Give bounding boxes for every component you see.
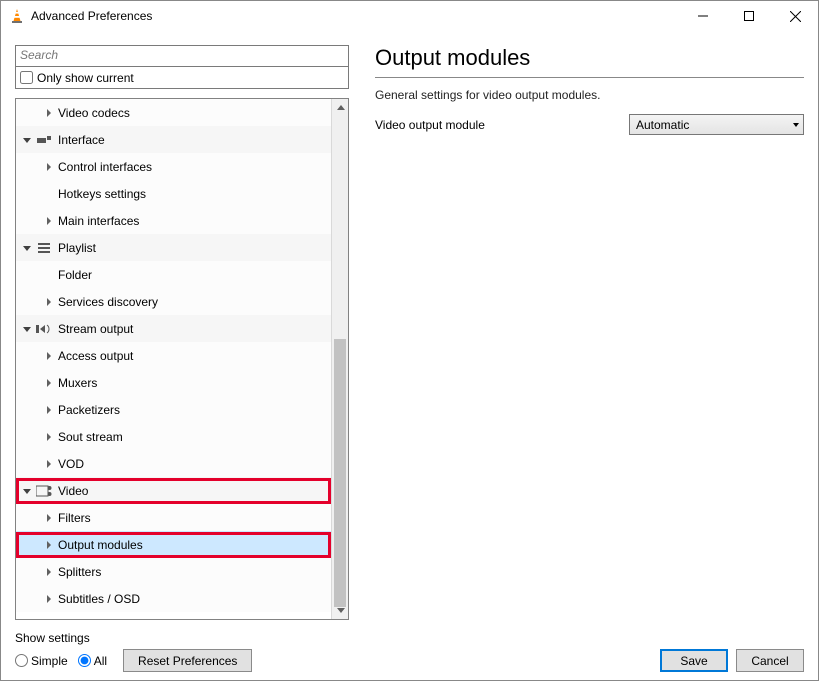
tree-item-output-modules[interactable]: Output modules [16,531,331,558]
tree-item-splitters[interactable]: Splitters [16,558,331,585]
tree-item-packetizers[interactable]: Packetizers [16,396,331,423]
chevron-right-icon [42,430,56,444]
chevron-right-icon [42,538,56,552]
tree-scrollbar[interactable] [331,99,348,619]
chevron-right-icon [42,160,56,174]
tree-item-main-interfaces[interactable]: Main interfaces [16,207,331,234]
sidebar: Search Only show current Video codecs [15,45,349,620]
titlebar: Advanced Preferences [1,1,818,31]
tree-item-filters[interactable]: Filters [16,504,331,531]
chevron-right-icon [42,106,56,120]
tree-item-video-codecs[interactable]: Video codecs [16,99,331,126]
chevron-right-icon [42,403,56,417]
show-settings-simple-radio[interactable]: Simple [15,654,68,668]
scroll-up-icon[interactable] [332,99,349,116]
chevron-right-icon [42,457,56,471]
window-title: Advanced Preferences [31,9,152,23]
video-output-module-select[interactable]: Automatic [629,114,804,135]
scroll-down-icon[interactable] [332,602,349,619]
category-tree: Video codecs Interface Control interface… [15,98,349,620]
search-input[interactable]: Search [15,45,349,67]
chevron-down-icon [20,322,34,336]
chevron-right-icon [42,511,56,525]
chevron-right-icon [42,214,56,228]
preferences-window: Advanced Preferences Search Only show cu… [0,0,819,681]
chevron-right-icon [42,349,56,363]
tree-item-folder[interactable]: Folder [16,261,331,288]
save-button[interactable]: Save [660,649,728,672]
tree-item-video[interactable]: Video [16,477,331,504]
tree-item-control-interfaces[interactable]: Control interfaces [16,153,331,180]
page-description: General settings for video output module… [375,88,804,102]
chevron-right-icon [42,565,56,579]
tree-item-sout-stream[interactable]: Sout stream [16,423,331,450]
stream-output-icon [36,323,52,335]
chevron-down-icon [20,484,34,498]
setting-label: Video output module [375,118,629,132]
chevron-down-icon [20,241,34,255]
scroll-thumb[interactable] [334,339,346,607]
setting-video-output-module: Video output module Automatic [375,114,804,135]
only-show-current-label: Only show current [37,71,134,85]
tree-item-stream-output[interactable]: Stream output [16,315,331,342]
tree-item-muxers[interactable]: Muxers [16,369,331,396]
tree-item-interface[interactable]: Interface [16,126,331,153]
maximize-button[interactable] [726,1,772,31]
footer: Show settings Simple All Reset Preferenc… [15,630,804,672]
tree-item-services-discovery[interactable]: Services discovery [16,288,331,315]
chevron-right-icon [42,295,56,309]
settings-panel: Output modules General settings for vide… [375,45,804,620]
dropdown-arrow-icon [793,123,799,127]
video-icon [36,485,52,497]
vlc-cone-icon [9,8,25,24]
tree-item-subtitles-osd[interactable]: Subtitles / OSD [16,585,331,612]
close-button[interactable] [772,1,818,31]
page-title: Output modules [375,41,804,78]
tree-item-hotkeys-settings[interactable]: Hotkeys settings [16,180,331,207]
playlist-icon [36,242,52,254]
tree-item-access-output[interactable]: Access output [16,342,331,369]
chevron-right-icon [42,592,56,606]
show-settings-label: Show settings [15,631,252,645]
reset-preferences-button[interactable]: Reset Preferences [123,649,252,672]
chevron-down-icon [20,133,34,147]
show-settings-all-radio[interactable]: All [78,654,107,668]
select-value: Automatic [636,118,689,132]
minimize-button[interactable] [680,1,726,31]
interface-icon [36,134,52,146]
window-controls [680,1,818,31]
tree-item-playlist[interactable]: Playlist [16,234,331,261]
chevron-right-icon [42,376,56,390]
tree-item-vod[interactable]: VOD [16,450,331,477]
cancel-button[interactable]: Cancel [736,649,804,672]
only-show-current-checkbox[interactable]: Only show current [15,67,349,89]
content-area: Search Only show current Video codecs [1,31,818,680]
only-show-current-box[interactable] [20,71,33,84]
